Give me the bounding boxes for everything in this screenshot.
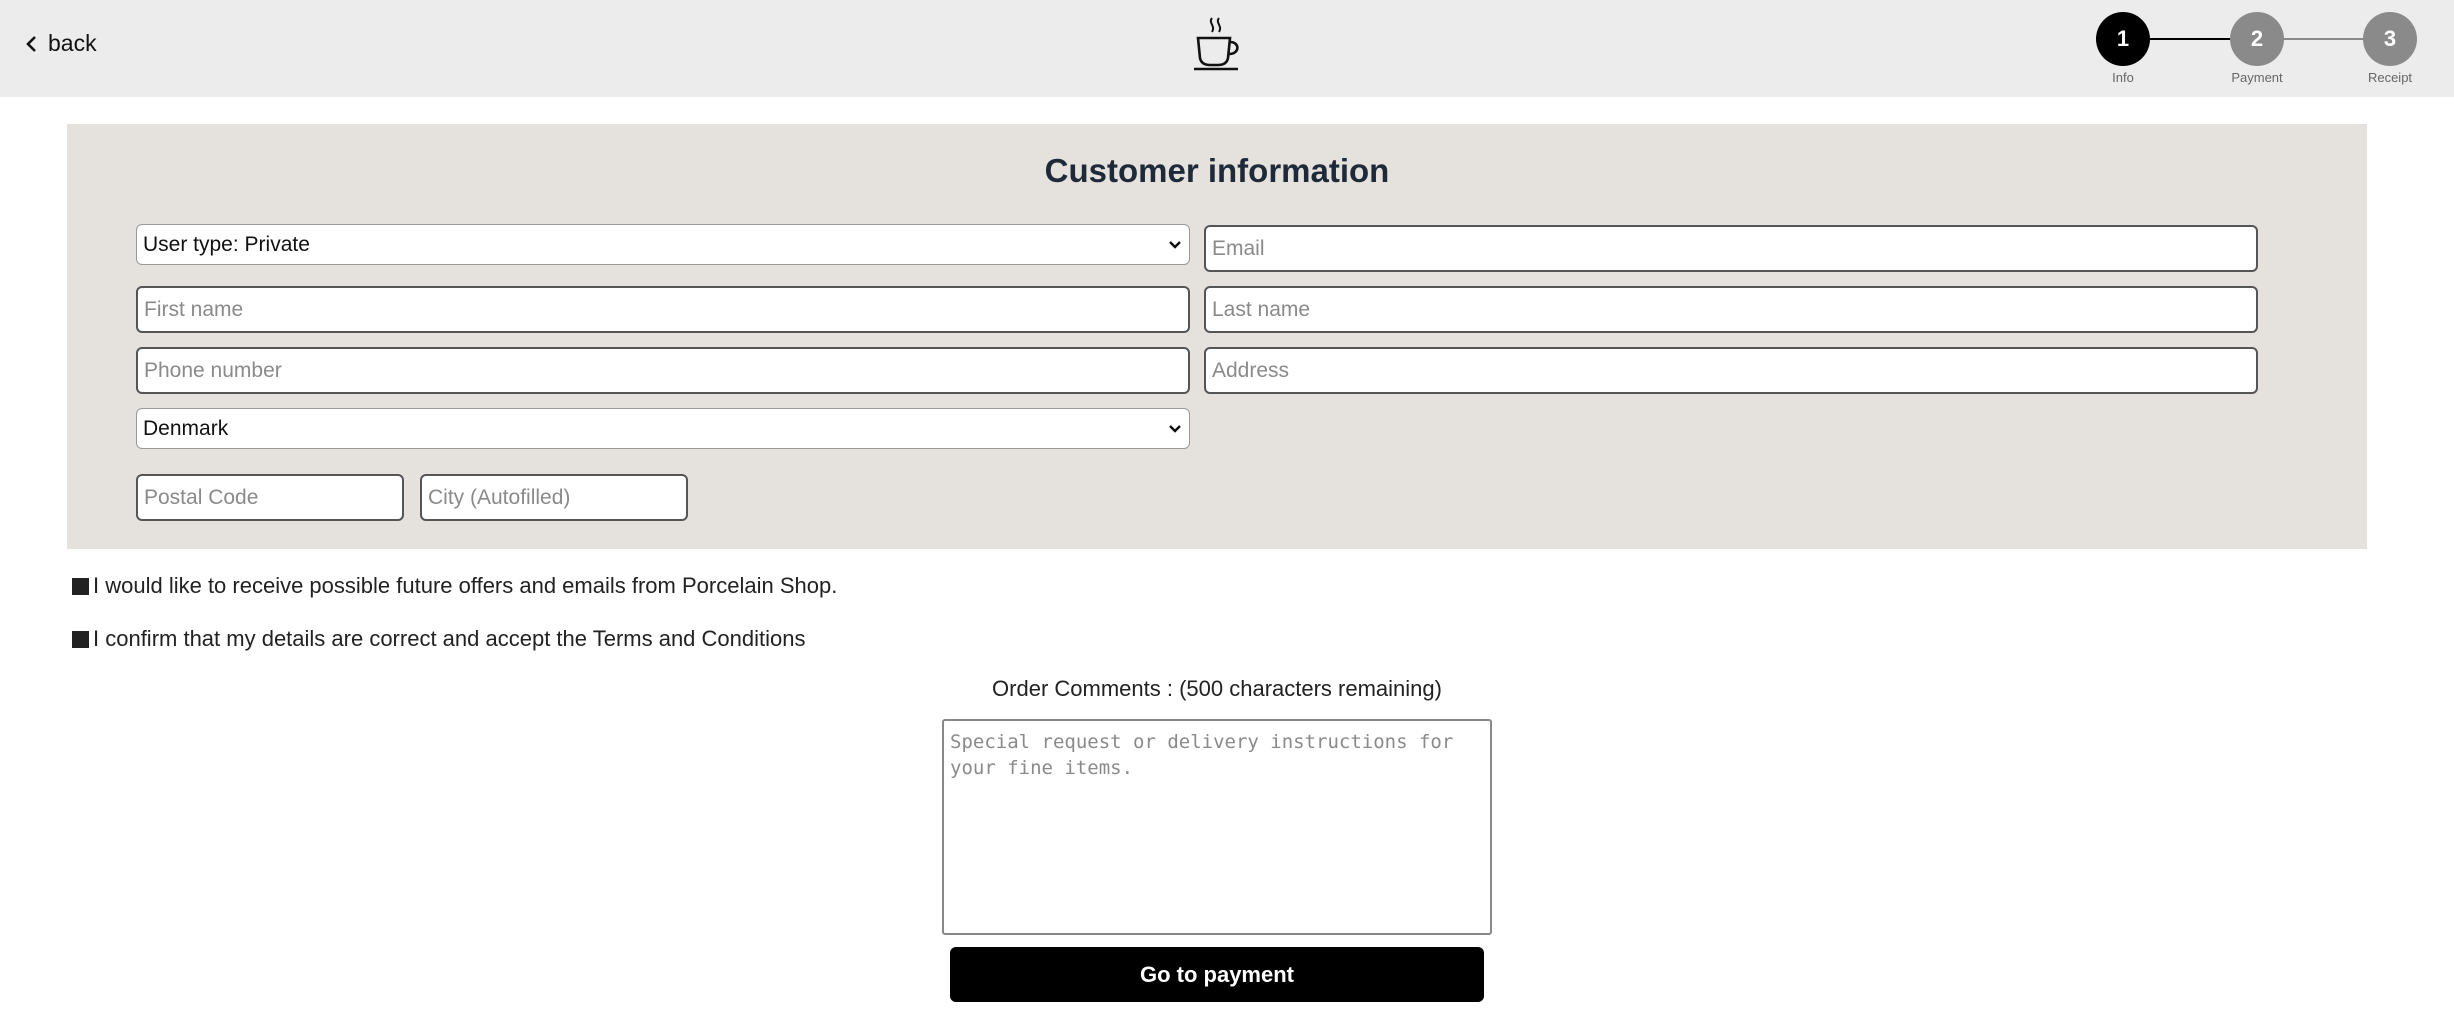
offers-consent-label: I would like to receive possible future … xyxy=(93,573,838,598)
step-circle-3: 3 xyxy=(2363,12,2417,66)
checkout-stepper: 1 Info 2 Payment 3 Receipt xyxy=(2095,12,2425,86)
chevron-down-icon xyxy=(1169,240,1181,249)
chevron-down-icon xyxy=(1169,424,1181,433)
step-label-receipt: Receipt xyxy=(2367,70,2413,85)
step-label-info: Info xyxy=(2112,70,2134,85)
country-value: Denmark xyxy=(143,416,229,440)
offers-consent-row[interactable]: I would like to receive possible future … xyxy=(72,573,837,599)
back-button[interactable]: back xyxy=(24,30,97,57)
first-name-field[interactable] xyxy=(136,286,1190,333)
terms-checkbox[interactable] xyxy=(72,630,89,648)
terms-consent-row[interactable]: I confirm that my details are correct an… xyxy=(72,626,806,652)
phone-number-field[interactable] xyxy=(136,347,1190,394)
step-circle-2: 2 xyxy=(2230,12,2284,66)
order-comments-textarea[interactable] xyxy=(942,719,1492,935)
top-header: back 1 Info 2 Payment 3 Receipt xyxy=(0,0,2454,97)
user-type-value: User type: Private xyxy=(143,232,310,256)
step-info[interactable]: 1 Info xyxy=(2095,12,2151,85)
go-to-payment-button[interactable]: Go to payment xyxy=(950,947,1484,1002)
customer-info-panel: Customer information User type: Private … xyxy=(67,124,2367,549)
postal-code-field[interactable] xyxy=(136,474,404,521)
order-comments-label: Order Comments : (500 characters remaini… xyxy=(992,676,1442,701)
coffee-cup-icon xyxy=(1194,17,1239,71)
step-receipt[interactable]: 3 Receipt xyxy=(2362,12,2418,85)
last-name-field[interactable] xyxy=(1204,286,2258,333)
country-select[interactable]: Denmark xyxy=(136,408,1190,449)
step-label-payment: Payment xyxy=(2231,70,2283,85)
address-field[interactable] xyxy=(1204,347,2258,394)
back-label: back xyxy=(48,30,97,56)
step-circle-1: 1 xyxy=(2096,12,2150,66)
chevron-left-icon xyxy=(26,35,36,52)
offers-checkbox[interactable] xyxy=(72,577,89,595)
email-field[interactable] xyxy=(1204,225,2258,272)
page-title: Customer information xyxy=(1044,152,1390,189)
city-field[interactable] xyxy=(420,474,688,521)
terms-consent-label: I confirm that my details are correct an… xyxy=(93,626,806,651)
step-payment[interactable]: 2 Payment xyxy=(2229,12,2285,85)
user-type-select[interactable]: User type: Private xyxy=(136,224,1190,265)
